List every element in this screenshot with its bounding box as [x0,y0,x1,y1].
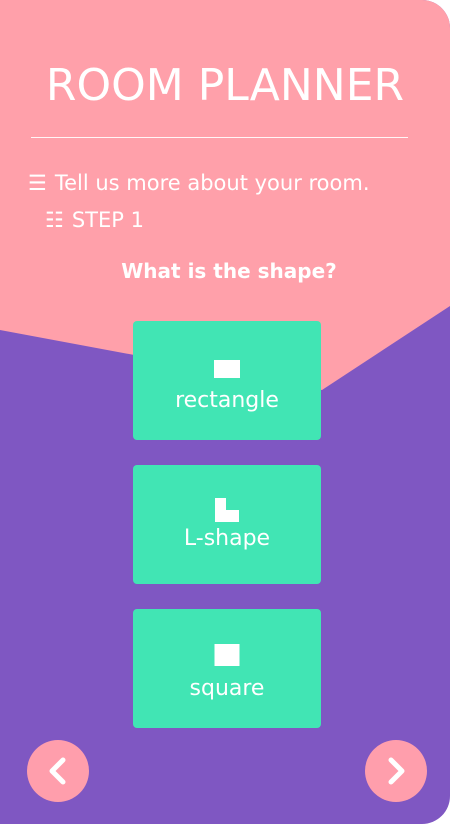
previous-button[interactable] [27,740,89,802]
intro-line: ☰ Tell us more about your room. [28,170,370,196]
shape-option-label: rectangle [175,388,279,413]
step-line: ☷ STEP 1 [45,207,144,233]
page-title: ROOM PLANNER [45,60,405,111]
shape-question: What is the shape? [121,259,337,283]
shape-option-l-shape[interactable]: L-shape [133,465,321,584]
shape-option-label: L-shape [183,526,271,551]
step-text: STEP 1 [71,208,144,232]
square-shape-icon [214,644,240,666]
shape-option-square[interactable]: square [133,609,321,728]
next-button[interactable] [365,740,427,802]
steps-icon: ☷ [45,208,64,232]
chevron-left-icon [49,757,66,785]
shape-option-label: square [189,676,265,701]
list-icon: ☰ [28,171,47,195]
shape-option-rectangle[interactable]: rectangle [133,321,321,440]
rectangle-shape-icon [214,360,240,378]
l-shape-icon [215,498,239,522]
room-planner-card: ROOM PLANNER ☰ Tell us more about your ro… [0,0,450,824]
intro-text: Tell us more about your room. [54,171,370,195]
chevron-right-icon [388,757,405,785]
title-divider [31,137,408,138]
